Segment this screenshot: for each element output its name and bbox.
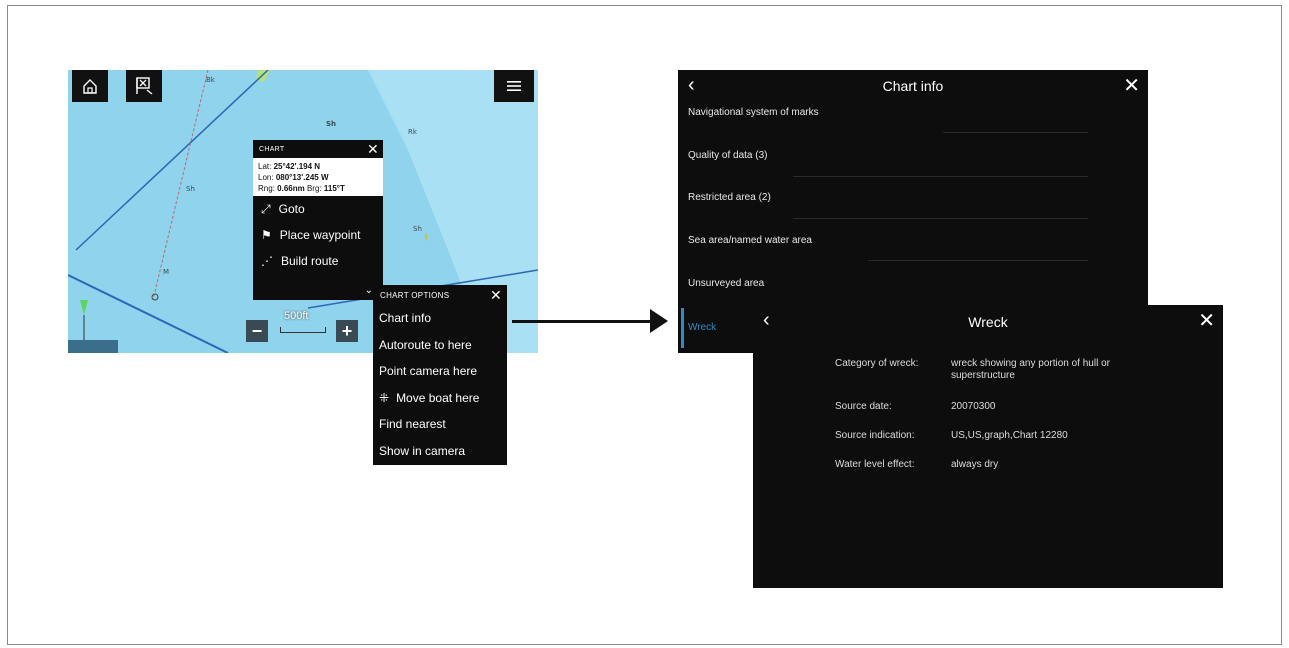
- show-in-camera-label: Show in camera: [379, 443, 466, 458]
- info-row-restricted[interactable]: Restricted area (2): [688, 192, 771, 203]
- lon-value: 080°13'.245 W: [275, 173, 329, 182]
- vessel-icon: [425, 232, 428, 242]
- rng-label: Rng:: [258, 184, 275, 193]
- chart-popup-close-icon[interactable]: ✕: [367, 141, 379, 158]
- info-row-unsurveyed[interactable]: Unsurveyed area: [688, 278, 764, 289]
- route-icon: ⋰: [261, 254, 273, 268]
- position-readout: Lat: 25°42'.194 N Lon: 080°13'.245 W Rng…: [253, 158, 383, 196]
- rng-value: 0.66nm: [277, 184, 305, 193]
- goto-icon: ⤢: [261, 201, 271, 216]
- map-label-sh-2: Sh: [186, 185, 195, 193]
- waypoint-button[interactable]: [126, 70, 162, 102]
- find-nearest-menu-item[interactable]: Find nearest: [373, 411, 507, 438]
- chart-info-title: Chart info: [882, 78, 944, 94]
- chart-info-title-bar: ‹ Chart info ✕: [678, 70, 1148, 102]
- scale-label: 500ft: [284, 310, 309, 322]
- flow-arrow-head: [650, 309, 668, 333]
- chart-popup-header: CHART: [259, 145, 285, 153]
- lat-value: 25°42'.194 N: [273, 162, 321, 171]
- home-button[interactable]: [72, 70, 108, 102]
- show-in-camera-menu-item[interactable]: Show in camera: [373, 438, 507, 465]
- lat-label: Lat:: [258, 162, 272, 171]
- chart-options-header: CHART OPTIONS: [380, 290, 450, 300]
- chart-context-popup: CHART ✕ Lat: 25°42'.194 N Lon: 080°13'.2…: [253, 140, 383, 300]
- brg-label: Brg:: [306, 184, 322, 193]
- place-waypoint-menu-item[interactable]: ⚑ Place waypoint: [253, 222, 383, 248]
- point-camera-menu-item[interactable]: Point camera here: [373, 358, 507, 385]
- map-label-sh-3: Sh: [413, 225, 422, 233]
- map-label-sh: Sh: [326, 120, 337, 128]
- close-icon[interactable]: ✕: [1123, 73, 1140, 98]
- zoom-in-button[interactable]: +: [336, 320, 358, 342]
- move-boat-menu-item[interactable]: ⁜ Move boat here: [373, 385, 507, 412]
- green-marker: [80, 300, 88, 315]
- waypoint-flag-icon: ⚑: [261, 228, 272, 242]
- autoroute-label: Autoroute to here: [379, 337, 472, 352]
- source-date-value: 20070300: [951, 401, 996, 412]
- info-row-wreck[interactable]: Wreck: [688, 322, 716, 333]
- source-date-label: Source date:: [835, 401, 892, 412]
- autoroute-menu-item[interactable]: Autoroute to here: [373, 332, 507, 359]
- goto-menu-item[interactable]: ⤢ Goto: [253, 196, 383, 222]
- info-row-quality[interactable]: Quality of data (3): [688, 150, 767, 161]
- build-route-label: Build route: [281, 254, 339, 268]
- zoom-out-button[interactable]: −: [246, 320, 268, 342]
- category-value: wreck showing any portion of hull or sup…: [951, 358, 1110, 381]
- chart-info-menu-item[interactable]: Chart info: [373, 305, 507, 332]
- chart-info-label: Chart info: [379, 311, 432, 326]
- waypoint-flag-icon: [136, 77, 153, 95]
- water-level-value: always dry: [951, 459, 999, 470]
- move-boat-label: Move boat here: [396, 390, 480, 405]
- close-icon[interactable]: ✕: [1198, 308, 1215, 333]
- map-footer: [68, 340, 118, 353]
- info-row-sea-area[interactable]: Sea area/named water area: [688, 235, 812, 246]
- place-waypoint-label: Place waypoint: [279, 228, 361, 242]
- map-label-m: M: [163, 268, 170, 276]
- home-icon: [83, 79, 97, 94]
- info-row-nav-marks[interactable]: Navigational system of marks: [688, 107, 819, 118]
- cable-line: [152, 70, 209, 301]
- flow-arrow-line: [512, 320, 658, 323]
- goto-label: Goto: [278, 202, 305, 216]
- map-label-rk: Rk: [408, 128, 417, 136]
- find-nearest-label: Find nearest: [379, 417, 446, 432]
- scale-bar: [280, 327, 326, 333]
- source-indication-value: US,US,graph,Chart 12280: [951, 430, 1068, 441]
- row-divider: [943, 132, 1088, 133]
- map-label-bk: Bk: [206, 76, 215, 84]
- buoy-symbol: [151, 293, 159, 301]
- brg-value: 115°T: [323, 184, 345, 193]
- row-divider: [793, 218, 1088, 219]
- lon-label: Lon:: [258, 173, 274, 182]
- hamburger-menu-icon: [507, 81, 521, 91]
- wreck-dialog: ‹ Wreck ✕ Category of wreck: wreck showi…: [753, 305, 1223, 588]
- wreck-title: Wreck: [968, 314, 1008, 330]
- build-route-menu-item[interactable]: ⋰ Build route: [253, 248, 383, 274]
- water-level-label: Water level effect:: [835, 459, 915, 470]
- menu-button[interactable]: [494, 70, 534, 102]
- chevron-down-icon[interactable]: ⌄: [365, 285, 373, 296]
- source-indication-label: Source indication:: [835, 430, 915, 441]
- chart-options-popup: CHART OPTIONS ✕ Chart info Autoroute to …: [373, 285, 507, 465]
- row-divider: [868, 260, 1088, 261]
- selected-row-indicator: [681, 308, 684, 348]
- category-label: Category of wreck:: [835, 358, 919, 369]
- chart-options-close-icon[interactable]: ✕: [490, 287, 502, 304]
- move-boat-icon: ⁜: [379, 390, 390, 405]
- row-divider: [793, 176, 1088, 177]
- point-camera-label: Point camera here: [379, 364, 478, 379]
